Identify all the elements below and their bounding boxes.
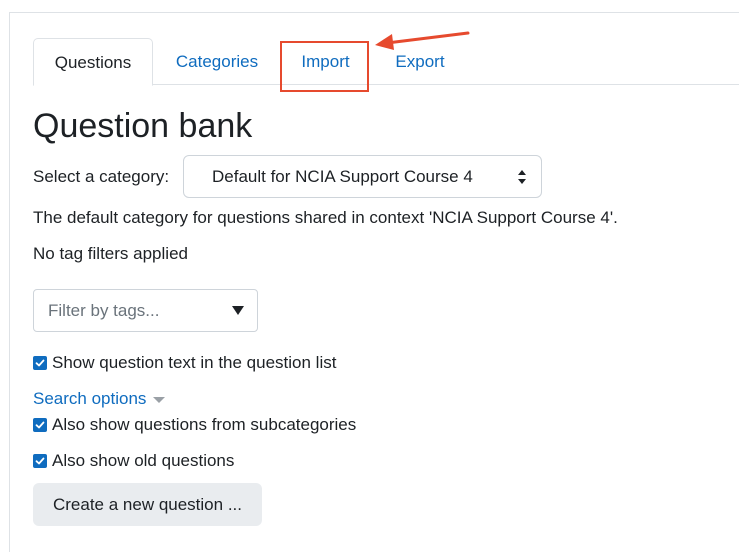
- tab-questions[interactable]: Questions: [33, 38, 153, 86]
- category-select[interactable]: Default for NCIA Support Course 4: [183, 155, 542, 198]
- category-selected-value: Default for NCIA Support Course 4: [212, 167, 473, 186]
- sort-icon: [518, 170, 526, 184]
- create-new-question-button[interactable]: Create a new question ...: [33, 483, 262, 526]
- category-context-description: The default category for questions share…: [33, 208, 618, 227]
- caret-down-icon: [153, 397, 166, 403]
- dropdown-triangle-icon[interactable]: [231, 303, 245, 317]
- tag-filter-placeholder: Filter by tags...: [48, 301, 160, 320]
- subcategories-label: Also show questions from subcategories: [52, 415, 357, 434]
- tab-export[interactable]: Export: [381, 38, 459, 85]
- page-title: Question bank: [33, 107, 253, 145]
- tab-categories[interactable]: Categories: [161, 38, 273, 85]
- search-options-toggle[interactable]: Search options: [33, 388, 166, 410]
- old-questions-label: Also show old questions: [52, 451, 235, 470]
- checkmark-icon: [35, 457, 45, 465]
- tag-filter-input[interactable]: Filter by tags...: [33, 289, 258, 332]
- checkmark-icon: [35, 359, 45, 367]
- search-options-label: Search options: [33, 389, 147, 408]
- subcategories-checkbox[interactable]: [33, 418, 47, 432]
- checkmark-icon: [35, 421, 45, 429]
- question-bank-tabs: Questions Categories Import Export: [33, 38, 739, 86]
- old-questions-option[interactable]: Also show old questions: [33, 450, 234, 472]
- category-label: Select a category:: [33, 167, 170, 186]
- old-questions-checkbox[interactable]: [33, 454, 47, 468]
- tag-filter-status: No tag filters applied: [33, 244, 188, 263]
- tab-import[interactable]: Import: [281, 38, 370, 85]
- show-question-text-checkbox[interactable]: [33, 356, 47, 370]
- show-question-text-option[interactable]: Show question text in the question list: [33, 352, 336, 374]
- subcategories-option[interactable]: Also show questions from subcategories: [33, 414, 356, 436]
- show-question-text-label: Show question text in the question list: [52, 353, 337, 372]
